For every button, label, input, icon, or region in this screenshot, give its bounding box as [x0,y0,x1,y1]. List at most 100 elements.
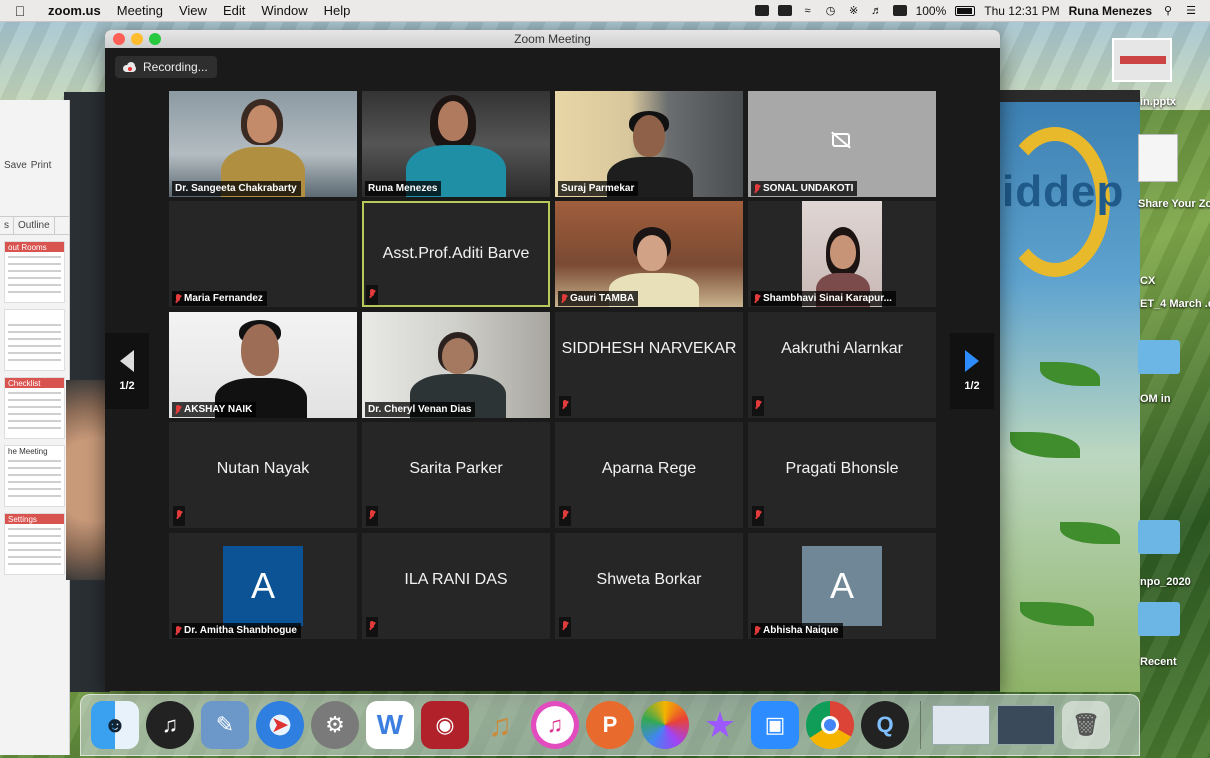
next-page-button[interactable]: 1/2 [950,333,994,409]
zoom-status-icon[interactable] [777,5,792,16]
menu-app[interactable]: zoom.us [40,3,109,18]
participant-name: Shweta Borkar [596,571,702,588]
participant-tile[interactable]: Shweta Borkar [555,533,743,639]
participant-tile[interactable]: SIDDHESH NARVEKAR [555,312,743,418]
minimized-window-thumbnail[interactable] [997,705,1055,745]
tab-slides[interactable]: s [0,217,14,234]
slide-thumbnail[interactable]: Settings [4,513,65,575]
participant-name: Pragati Bhonsle [785,460,899,477]
participant-mic-status [559,396,571,416]
wifi-icon[interactable]: ≈ [801,5,815,17]
chrome-icon[interactable] [806,701,854,749]
trash-icon[interactable]: 🗑 [1062,701,1110,749]
imovie-icon[interactable]: ★ [696,701,744,749]
participant-tile[interactable]: Maria Fernandez [169,201,357,307]
desktop-item-label[interactable]: Recent [1140,656,1177,668]
menu-window[interactable]: Window [253,3,315,18]
maximize-window-icon[interactable] [149,33,161,45]
desktop-item-label[interactable]: CX [1140,275,1155,287]
dock: ☻ ♫ ✎ ➤ ⚙ W ◉ ♫ ♫ P ★ ▣ Q 🗑 [80,694,1140,756]
finder-icon[interactable]: ☻ [91,701,139,749]
bluetooth-icon[interactable]: ※ [847,5,861,17]
window-controls [113,33,161,45]
desktop-file-thumbnail[interactable] [1112,38,1172,82]
garageband-icon[interactable]: ♫ [476,701,524,749]
powerpoint-icon[interactable]: P [586,701,634,749]
volume-icon[interactable]: ♬ [870,5,884,17]
slide-thumbnail[interactable]: Checklist [4,377,65,439]
time-machine-icon[interactable]: ◷ [824,5,838,17]
participant-tile[interactable]: Gauri TAMBA [555,201,743,307]
folder-icon[interactable] [1138,520,1180,554]
desktop-item-label[interactable]: npo_2020 [1140,576,1191,588]
participant-tile[interactable]: A Dr. Amitha Shanbhogue [169,533,357,639]
itunes-icon[interactable]: ♫ [531,701,579,749]
participant-name-label: Dr. Sangeeta Chakrabarty [172,181,301,196]
folder-icon[interactable] [1138,340,1180,374]
participant-tile[interactable]: Nutan Nayak [169,422,357,528]
desktop-item-label[interactable]: in.pptx [1140,96,1176,108]
folder-icon[interactable] [1138,602,1180,636]
menu-edit[interactable]: Edit [215,3,253,18]
preview-icon[interactable]: ✎ [201,701,249,749]
desktop-item-label[interactable]: Share Your Zoom.mp4 [1138,198,1210,210]
muted-mic-icon [562,510,568,520]
battery-icon[interactable] [955,5,976,16]
participant-tile[interactable]: Suraj Parmekar [555,91,743,197]
system-preferences-icon[interactable]: ⚙ [311,701,359,749]
muted-mic-icon [369,289,375,299]
participant-tile-active-speaker[interactable]: Asst.Prof.Aditi Barve [362,201,550,307]
participant-tile[interactable]: Pragati Bhonsle [748,422,936,528]
desktop-right-area: iddep in.pptx Share Your Zoom.mp4 CX ET_… [1000,38,1210,692]
zoom-icon[interactable]: ▣ [751,701,799,749]
participant-tile[interactable]: AKSHAY NAIK [169,312,357,418]
status-area: ≈ ◷ ※ ♬ 100% Thu 12:31 PM Runa Menezes ⚲… [754,4,1210,18]
participant-tile[interactable]: Aparna Rege [555,422,743,528]
screen-record-icon[interactable] [754,5,769,16]
participant-tile[interactable]: Runa Menezes [362,91,550,197]
participant-tile[interactable]: Sarita Parker [362,422,550,528]
menu-meeting[interactable]: Meeting [109,3,171,18]
save-button[interactable]: Save [4,160,27,171]
menu-bar:  zoom.us Meeting View Edit Window Help … [0,0,1210,22]
recording-indicator[interactable]: Recording... [115,56,217,78]
slide-thumbnail[interactable]: out Rooms [4,241,65,303]
print-button[interactable]: Print [31,160,52,171]
display-icon[interactable] [892,5,907,16]
minimized-window-thumbnail[interactable] [932,705,990,745]
tab-outline[interactable]: Outline [14,217,55,234]
desktop-item-label[interactable]: OM in [1140,393,1171,405]
dashboard-icon[interactable]: ♫ [146,701,194,749]
muted-mic-icon [754,183,760,194]
spotlight-icon[interactable]: ⚲ [1161,5,1175,17]
desktop-item-label[interactable]: ET_4 March .docx [1140,298,1210,310]
participant-tile[interactable]: Dr. Sangeeta Chakrabarty [169,91,357,197]
desktop-file-icon[interactable] [1138,134,1178,182]
close-window-icon[interactable] [113,33,125,45]
photo-booth-icon[interactable]: ◉ [421,701,469,749]
minimize-window-icon[interactable] [131,33,143,45]
menu-view[interactable]: View [171,3,215,18]
quicktime-icon[interactable]: Q [861,701,909,749]
slide-thumbnail[interactable]: he Meeting [4,445,65,507]
participant-tile[interactable]: Shambhavi Sinai Karapur... [748,201,936,307]
apple-menu-icon[interactable]:  [0,3,40,19]
photos-icon[interactable] [641,701,689,749]
clock[interactable]: Thu 12:31 PM [984,4,1059,18]
participant-tile[interactable]: ILA RANI DAS [362,533,550,639]
participant-tile[interactable]: A Abhisha Naique [748,533,936,639]
background-video-face [66,380,110,580]
participant-tile[interactable]: SONAL UNDAKOTI [748,91,936,197]
menu-help[interactable]: Help [316,3,359,18]
notification-center-icon[interactable]: ☰ [1184,5,1198,17]
slide-thumbnail[interactable] [4,309,65,371]
participant-tile[interactable]: Aakruthi Alarnkar [748,312,936,418]
safari-icon[interactable]: ➤ [256,701,304,749]
participant-mic-status [559,506,571,526]
participant-tile[interactable]: Dr. Cheryl Venan Dias [362,312,550,418]
wunderlist-icon[interactable]: W [366,701,414,749]
participant-mic-status [366,506,378,526]
window-titlebar[interactable]: Zoom Meeting [105,30,1000,48]
previous-page-button[interactable]: 1/2 [105,333,149,409]
user-name[interactable]: Runa Menezes [1069,4,1152,18]
